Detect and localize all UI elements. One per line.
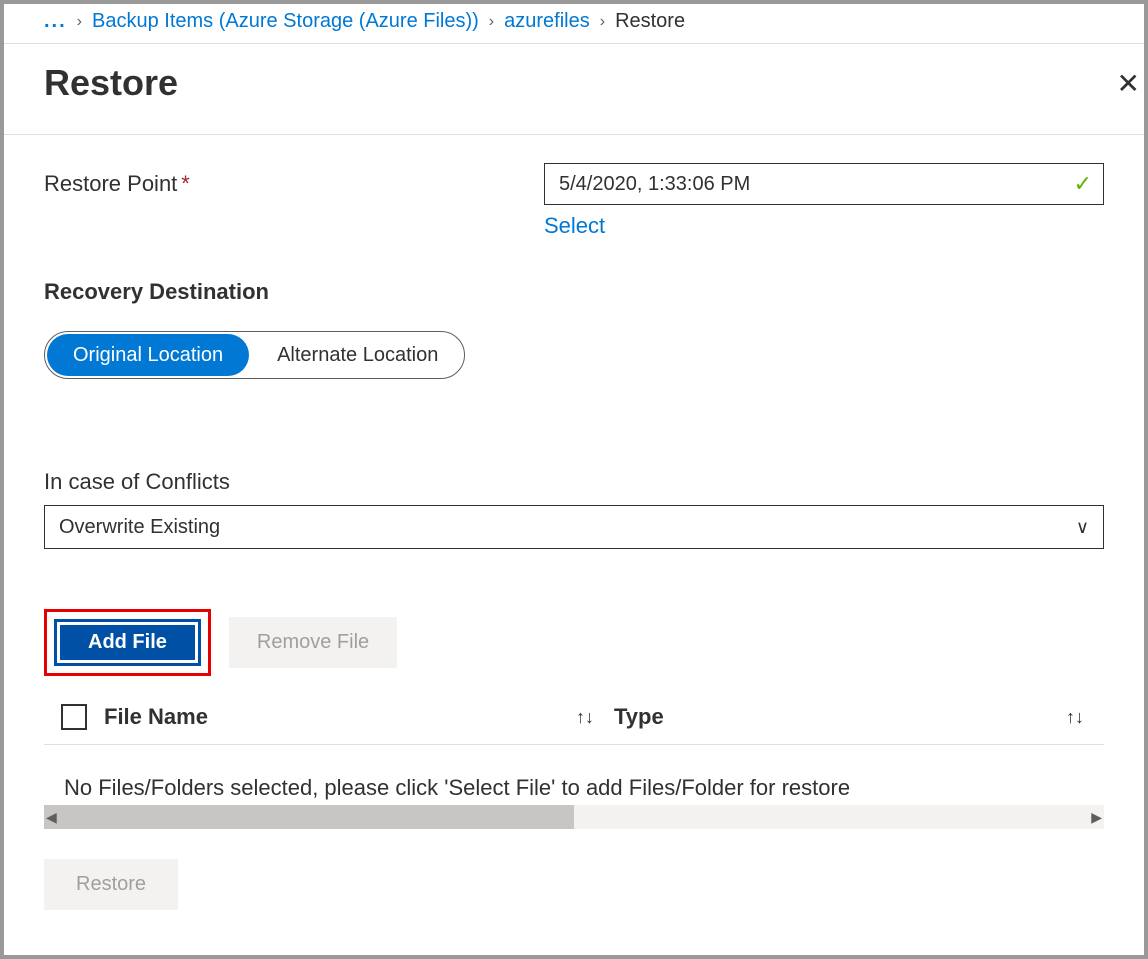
add-file-button[interactable]: Add File	[57, 622, 198, 663]
page-title: Restore	[44, 62, 178, 104]
sort-icon[interactable]: ↑↓	[1066, 707, 1084, 728]
close-icon[interactable]: ✕	[1117, 67, 1144, 100]
recovery-destination-label: Recovery Destination	[44, 279, 1104, 305]
table-header: File Name ↑↓ Type ↑↓	[44, 704, 1104, 745]
checkmark-icon: ✓	[1074, 171, 1092, 197]
remove-file-button[interactable]: Remove File	[229, 617, 397, 668]
breadcrumb-ellipsis[interactable]: ...	[44, 10, 67, 33]
add-file-highlight: Add File	[44, 609, 211, 676]
restore-point-input[interactable]	[544, 163, 1104, 205]
column-type[interactable]: Type	[614, 704, 664, 730]
restore-button[interactable]: Restore	[44, 859, 178, 910]
breadcrumb-current: Restore	[615, 10, 685, 33]
restore-point-label: Restore Point*	[44, 163, 544, 197]
required-asterisk: *	[181, 171, 190, 196]
breadcrumb: ... › Backup Items (Azure Storage (Azure…	[4, 4, 1144, 44]
location-original-option[interactable]: Original Location	[47, 334, 249, 376]
conflicts-value: Overwrite Existing	[59, 516, 220, 539]
page-header: Restore ✕	[4, 44, 1144, 135]
select-link[interactable]: Select	[544, 213, 605, 239]
column-file-name[interactable]: File Name	[104, 704, 208, 730]
conflicts-label: In case of Conflicts	[44, 469, 1104, 495]
chevron-right-icon: ›	[489, 13, 494, 31]
chevron-right-icon: ›	[600, 13, 605, 31]
location-toggle: Original Location Alternate Location	[44, 331, 465, 379]
location-alternate-option[interactable]: Alternate Location	[251, 332, 464, 378]
scroll-right-icon[interactable]: ▶	[1091, 809, 1102, 826]
empty-table-message: No Files/Folders selected, please click …	[44, 745, 1104, 801]
horizontal-scrollbar[interactable]: ◀ ▶	[44, 805, 1104, 829]
chevron-down-icon: ∨	[1076, 517, 1089, 538]
chevron-right-icon: ›	[77, 13, 82, 31]
sort-icon[interactable]: ↑↓	[576, 707, 594, 728]
conflicts-dropdown[interactable]: Overwrite Existing ∨	[44, 505, 1104, 549]
breadcrumb-backup-items[interactable]: Backup Items (Azure Storage (Azure Files…	[92, 10, 479, 33]
select-all-checkbox[interactable]	[61, 704, 87, 730]
scrollbar-thumb[interactable]	[44, 805, 574, 829]
breadcrumb-azurefiles[interactable]: azurefiles	[504, 10, 590, 33]
scroll-left-icon[interactable]: ◀	[46, 809, 57, 826]
